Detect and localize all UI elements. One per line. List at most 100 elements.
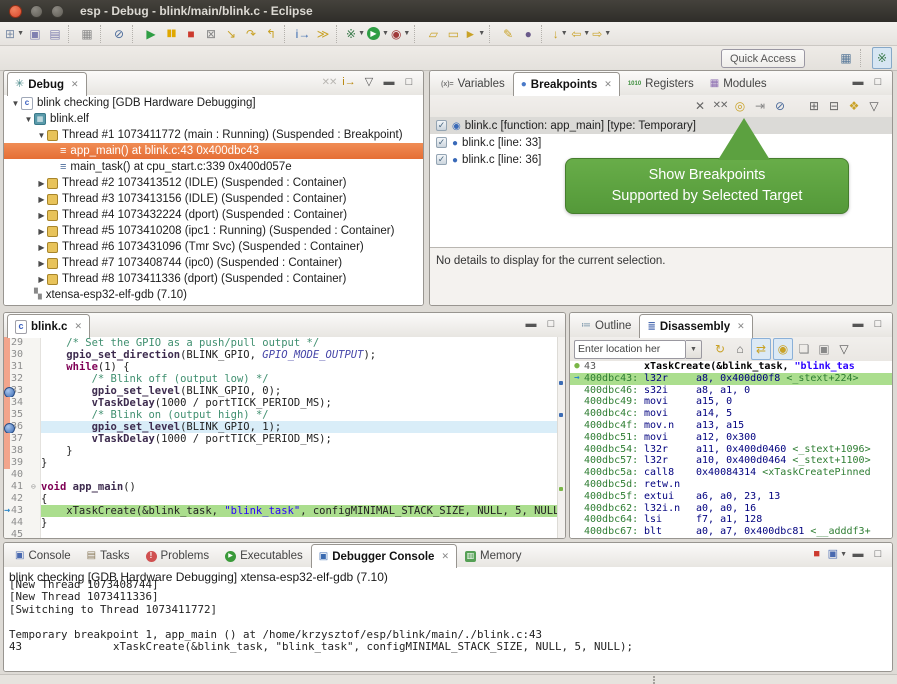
editor-gutter[interactable]: 34 (4, 397, 41, 409)
skip-all-breakpoints-button[interactable]: ⊘ (771, 96, 789, 116)
disassembly-row[interactable]: 400dbc5f:extuia6, a0, 23, 13 (570, 491, 892, 503)
tab-variables[interactable]: (x)=Variables (433, 72, 513, 95)
resume-button[interactable]: ▶ (142, 24, 160, 44)
remove-all-terminated-button[interactable]: ✕✕ (320, 73, 338, 93)
dropdown-arrow-icon[interactable]: ▼ (403, 30, 410, 37)
console-output-area[interactable]: blink checking [GDB Hardware Debugging] … (4, 567, 892, 671)
show-breakpoints-for-target-button[interactable]: ◎ (731, 96, 749, 116)
minimize-button[interactable]: ▬ (849, 545, 867, 565)
tab-executables[interactable]: ▶Executables (217, 544, 311, 567)
debug-tree-item[interactable]: ▶Thread #4 1073432224 (dport) (Suspended… (4, 207, 423, 223)
tab-registers[interactable]: 1010Registers (620, 72, 702, 95)
tab-outline[interactable]: ≔Outline (573, 314, 639, 337)
run-button[interactable]: ▶▼ (367, 24, 389, 44)
save-button[interactable]: ▣ (26, 24, 44, 44)
breakpoint-checkbox[interactable]: ✓ (436, 137, 447, 148)
editor-gutter[interactable]: 44 (4, 517, 41, 529)
remove-selected-breakpoints-button[interactable]: ✕ (691, 96, 709, 116)
minimize-button[interactable]: ▬ (380, 73, 398, 93)
build-binaries-button[interactable]: ▦ (78, 24, 96, 44)
maximize-button[interactable]: □ (542, 315, 560, 335)
tree-expander-icon[interactable]: ▼ (23, 115, 34, 124)
terminate-button[interactable]: ■ (182, 24, 200, 44)
disassembly-row[interactable]: 400dbc4c:movia14, 5 (570, 408, 892, 420)
debug-tree-item[interactable]: ▚xtensa-esp32-elf-gdb (7.10) (4, 287, 423, 303)
editor-gutter[interactable]: 38 (4, 445, 41, 457)
refresh-button[interactable]: ↻ (711, 339, 729, 359)
breakpoint-checkbox[interactable]: ✓ (436, 120, 447, 131)
debug-perspective-button[interactable]: ※ (872, 47, 892, 69)
debug-tree-item[interactable]: ▶Thread #6 1073431096 (Tmr Svc) (Suspend… (4, 239, 423, 255)
disassembly-row[interactable]: ●43xTaskCreate(&blink_task, "blink_tas (570, 361, 892, 373)
tab-problems[interactable]: !Problems (138, 544, 218, 567)
maximize-button[interactable]: □ (869, 73, 887, 93)
breakpoint-row[interactable]: ✓●blink.c [line: 33] (430, 134, 892, 151)
collapse-all-button[interactable]: ⊟ (825, 96, 843, 116)
editor-gutter[interactable]: 33 (4, 385, 41, 397)
forward-button[interactable]: ⇨▼ (592, 24, 611, 44)
view-menu-button[interactable]: ▽ (865, 96, 883, 116)
step-into-button[interactable]: ↘ (222, 24, 240, 44)
disassembly-row[interactable]: 400dbc5a:call80x40084314 <xTaskCreatePin… (570, 467, 892, 479)
tab-breakpoints[interactable]: ●Breakpoints✕ (513, 72, 620, 96)
debug-tree-item[interactable]: ▼Thread #1 1073411772 (main : Running) (… (4, 127, 423, 143)
tree-expander-icon[interactable]: ▶ (36, 259, 47, 268)
dropdown-arrow-icon[interactable]: ▼ (358, 30, 365, 37)
location-dropdown-icon[interactable]: ▼ (686, 340, 702, 359)
disassembly-row[interactable]: 400dbc57:l32ra10, 0x400d0464 <_stext+110… (570, 455, 892, 467)
close-tab-icon[interactable]: ✕ (74, 321, 82, 332)
tab-console[interactable]: ▣Console (7, 544, 79, 567)
editor-gutter[interactable]: 45 (4, 529, 41, 538)
link-with-debug-view-button[interactable]: ⇥ (751, 96, 769, 116)
editor-gutter[interactable]: 37 (4, 433, 41, 445)
open-new-view-button[interactable]: ▣ (815, 339, 833, 359)
close-tab-icon[interactable]: ✕ (71, 79, 79, 90)
editor-gutter[interactable]: 29 (4, 337, 41, 349)
tree-expander-icon[interactable]: ▶ (36, 243, 47, 252)
disassembly-row[interactable]: →400dbc43:l32ra8, 0x400d00f8 <_stext+224… (570, 373, 892, 385)
window-close-button[interactable] (9, 5, 22, 18)
disassembly-row[interactable]: 400dbc54:l32ra11, 0x400d0460 <_stext+109… (570, 444, 892, 456)
tab-debug[interactable]: ✳Debug✕ (7, 72, 87, 96)
launch-button[interactable]: ►▼ (464, 24, 485, 44)
open-resource-button[interactable]: ▭ (444, 24, 462, 44)
tree-expander-icon[interactable]: ▼ (36, 131, 47, 140)
save-all-button[interactable]: ▤ (46, 24, 64, 44)
tab-tasks[interactable]: ▤Tasks (79, 544, 138, 567)
last-edit-location-button[interactable]: ↓▼ (551, 24, 569, 44)
mark-occurrences-button[interactable]: ✎ (499, 24, 517, 44)
view-menu-button[interactable]: ▽ (360, 73, 378, 93)
code-editor[interactable]: 29 /* Set the GPIO as a push/pull output… (4, 337, 565, 538)
tab-memory[interactable]: ▥Memory (457, 544, 530, 567)
editor-gutter[interactable]: 40 (4, 469, 41, 481)
debug-tree-item[interactable]: ▼cblink checking [GDB Hardware Debugging… (4, 95, 423, 111)
open-element-button[interactable]: ▱ (424, 24, 442, 44)
editor-gutter[interactable]: 41⊖ (4, 481, 41, 493)
tab-blink-c[interactable]: cblink.c✕ (7, 314, 90, 338)
debug-tree-item[interactable]: ▶Thread #5 1073410208 (ipc1 : Running) (… (4, 223, 423, 239)
sync-with-selection-button[interactable]: ⇄ (751, 338, 771, 360)
disassembly-row[interactable]: 400dbc46:s32ia8, a1, 0 (570, 385, 892, 397)
debug-tree-item[interactable]: ▼▦blink.elf (4, 111, 423, 127)
disassembly-listing[interactable]: ●43xTaskCreate(&blink_task, "blink_tas→4… (570, 361, 892, 538)
tree-expander-icon[interactable]: ▶ (36, 227, 47, 236)
breakpoint-checkbox[interactable]: ✓ (436, 154, 447, 165)
tab-disassembly[interactable]: ≣Disassembly✕ (639, 314, 752, 338)
use-step-filters-button[interactable]: ≫ (314, 24, 332, 44)
minimize-button[interactable]: ▬ (849, 315, 867, 335)
disassembly-row[interactable]: 400dbc5d:retw.n (570, 479, 892, 491)
disassembly-row[interactable]: 400dbc62:l32i.na0, a0, 16 (570, 503, 892, 515)
track-expression-button[interactable]: ◉ (773, 338, 793, 360)
editor-gutter[interactable]: 31 (4, 361, 41, 373)
minimize-button[interactable]: ▬ (849, 73, 867, 93)
maximize-button[interactable]: □ (400, 73, 418, 93)
debug-tree-item[interactable]: ▶Thread #2 1073413512 (IDLE) (Suspended … (4, 175, 423, 191)
disassembly-row[interactable]: 400dbc49:movia15, 0 (570, 396, 892, 408)
breakpoint-row[interactable]: ✓◉blink.c [function: app_main] [type: Te… (430, 117, 892, 134)
maximize-button[interactable]: □ (869, 545, 887, 565)
close-tab-icon[interactable]: ✕ (737, 321, 745, 332)
breakpoint-dot-icon[interactable] (4, 387, 15, 398)
fold-marker-icon[interactable]: ⊖ (31, 481, 40, 493)
dropdown-arrow-icon[interactable]: ▼ (840, 551, 847, 558)
debug-button[interactable]: ※▼ (346, 24, 365, 44)
